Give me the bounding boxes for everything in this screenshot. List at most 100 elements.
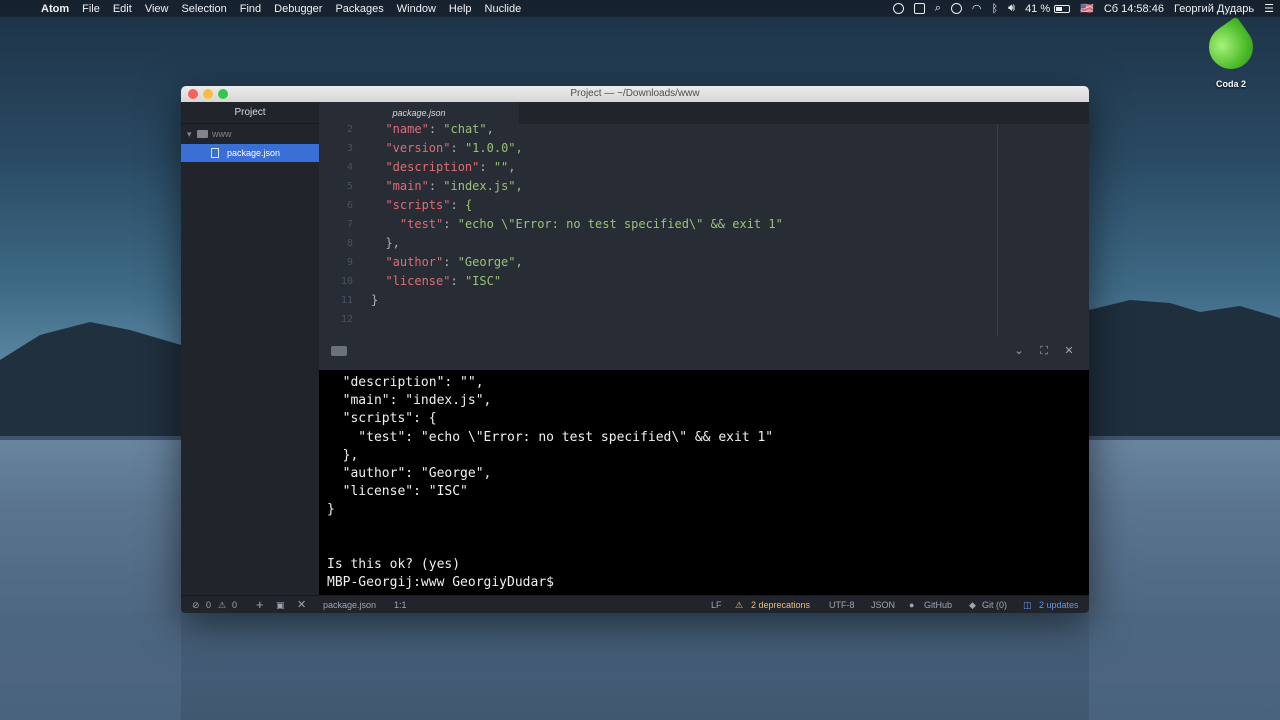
code-line[interactable]: 11}: [319, 291, 1089, 310]
browser-icon[interactable]: [950, 3, 962, 14]
warning-icon[interactable]: ⚠: [218, 596, 226, 613]
menu-bar: Atom File Edit View Selection Find Debug…: [0, 0, 1280, 17]
cursor-position[interactable]: 1:1: [394, 596, 407, 613]
code-line[interactable]: 9 "author": "George",: [319, 253, 1089, 272]
line-number: 5: [346, 181, 353, 192]
code-line[interactable]: 10 "license": "ISC": [319, 272, 1089, 291]
tree-folder-www[interactable]: ▾ www: [181, 124, 319, 144]
screen-icon[interactable]: [913, 3, 925, 14]
menu-edit[interactable]: Edit: [113, 3, 132, 15]
menu-view[interactable]: View: [145, 3, 169, 15]
code-editor[interactable]: 2 "name": "chat", 3 "version": "1.0.0", 4 …: [319, 124, 1089, 335]
keyboard-icon[interactable]: [331, 346, 347, 356]
warning-count[interactable]: 0: [232, 596, 237, 613]
tree-file-package-json[interactable]: package.json: [181, 144, 319, 162]
code-line[interactable]: 6 "scripts": {: [319, 196, 1089, 215]
bluetooth-icon[interactable]: ᛒ: [992, 3, 999, 15]
git-button[interactable]: Git (0): [982, 596, 1007, 613]
terminal-line: "main": "index.js",: [327, 393, 492, 409]
chevron-down-icon[interactable]: ⌄: [1011, 344, 1027, 358]
terminal-line: "description": "",: [327, 375, 484, 390]
menu-bar-extras: ⌕ ◠ ᛒ 🔊︎ 41 % 🇺🇸 Сб 14:58:46 Георгий Дуд…: [883, 0, 1274, 17]
image-icon[interactable]: ▣: [276, 596, 285, 613]
menu-selection[interactable]: Selection: [181, 3, 226, 15]
zoom-window-button[interactable]: [218, 89, 228, 99]
menu-nuclide[interactable]: Nuclide: [485, 3, 522, 15]
github-icon: ●: [909, 600, 915, 610]
battery-percent[interactable]: 41 %: [1025, 3, 1050, 15]
encoding[interactable]: UTF-8: [829, 596, 855, 613]
wifi-icon[interactable]: ◠: [972, 2, 982, 15]
title-bar[interactable]: Project — ~/Downloads/www: [181, 86, 1089, 102]
error-icon[interactable]: ⊘: [192, 596, 200, 613]
grammar[interactable]: JSON: [871, 596, 895, 613]
code-text: "author": "George",: [385, 255, 523, 269]
code-line[interactable]: 3 "version": "1.0.0",: [319, 139, 1089, 158]
volume-icon[interactable]: 🔊︎: [1008, 2, 1015, 15]
github-button[interactable]: GitHub: [924, 596, 952, 613]
tab-package-json[interactable]: package.json: [319, 102, 519, 124]
line-number: 6: [346, 200, 353, 211]
line-number: 12: [340, 314, 353, 325]
terminal-line: }: [327, 502, 335, 518]
terminal-line: "scripts": {: [327, 411, 437, 427]
code-text: },: [371, 236, 400, 250]
file-label: package.json: [227, 148, 281, 158]
menu-window[interactable]: Window: [397, 3, 436, 15]
status-bar: ⊘ 0 ⚠ 0 + ▣ ✕ package.json 1:1 LF ⚠ 2 de…: [181, 595, 1089, 613]
menu-packages[interactable]: Packages: [335, 3, 383, 15]
terminal-line: "test": "echo \"Error: no test specified…: [327, 429, 774, 445]
deprecations-link[interactable]: 2 deprecations: [751, 596, 810, 613]
input-source-flag-icon[interactable]: 🇺🇸: [1080, 2, 1094, 15]
desktop-icon-label: Coda 2: [1215, 79, 1246, 89]
line-number: 9: [346, 257, 353, 268]
line-number: 7: [346, 219, 353, 230]
line-ending[interactable]: LF: [711, 596, 722, 613]
notification-center-icon[interactable]: ☰: [1264, 2, 1274, 15]
close-window-button[interactable]: [188, 89, 198, 99]
code-line[interactable]: 7 "test": "echo \"Error: no test specifi…: [319, 215, 1089, 234]
terminal-line: Is this ok? (yes): [327, 557, 461, 572]
code-line[interactable]: 8 },: [319, 234, 1089, 253]
record-icon[interactable]: [892, 3, 904, 14]
maximize-icon[interactable]: ⛶: [1036, 344, 1052, 358]
atom-window: Project — ~/Downloads/www Project ▾ www p…: [181, 86, 1089, 613]
menu-app-name[interactable]: Atom: [41, 3, 69, 15]
line-number: 2: [346, 124, 353, 135]
git-icon: ◆: [969, 600, 976, 610]
user-name[interactable]: Георгий Дударь: [1174, 3, 1254, 15]
clock[interactable]: Сб 14:58:46: [1104, 3, 1164, 15]
minimize-window-button[interactable]: [203, 89, 213, 99]
desktop-icon-coda[interactable]: Coda 2: [1200, 16, 1262, 89]
menu-help[interactable]: Help: [449, 3, 472, 15]
warning-icon: ⚠: [735, 600, 744, 610]
status-file-name[interactable]: package.json: [323, 596, 376, 613]
code-line[interactable]: 4 "description": "",: [319, 158, 1089, 177]
line-number: 11: [340, 295, 353, 306]
code-line[interactable]: 2 "name": "chat",: [319, 124, 1089, 139]
line-number: 4: [346, 162, 353, 173]
menu-file[interactable]: File: [82, 3, 100, 15]
close-icon[interactable]: ✕: [297, 596, 306, 613]
terminal-panel[interactable]: "description": "", "main": "index.js", "…: [319, 370, 1089, 595]
tab-bar: package.json: [319, 102, 1089, 124]
terminal-toolbar: ⌄ ⛶ ✕: [319, 339, 1089, 364]
menu-debugger[interactable]: Debugger: [274, 3, 322, 15]
error-count[interactable]: 0: [206, 596, 211, 613]
leaf-icon: [1200, 16, 1262, 78]
code-line[interactable]: 5 "main": "index.js",: [319, 177, 1089, 196]
updates-link[interactable]: 2 updates: [1039, 596, 1079, 613]
plus-icon[interactable]: +: [256, 596, 264, 613]
editor-area: package.json 2 "name": "chat", 3 "version…: [319, 102, 1089, 595]
file-icon: [211, 148, 219, 158]
window-title: Project — ~/Downloads/www: [570, 88, 700, 99]
close-icon[interactable]: ✕: [1061, 344, 1077, 358]
code-text: "main": "index.js",: [385, 179, 523, 193]
code-line[interactable]: 12: [319, 310, 1089, 329]
battery-icon[interactable]: [1054, 4, 1071, 13]
search-icon[interactable]: ⌕: [935, 2, 941, 15]
code-text: "license": "ISC": [385, 274, 502, 288]
menu-find[interactable]: Find: [240, 3, 261, 15]
tree-view-header[interactable]: Project: [181, 102, 319, 124]
chevron-down-icon: ▾: [187, 129, 192, 139]
